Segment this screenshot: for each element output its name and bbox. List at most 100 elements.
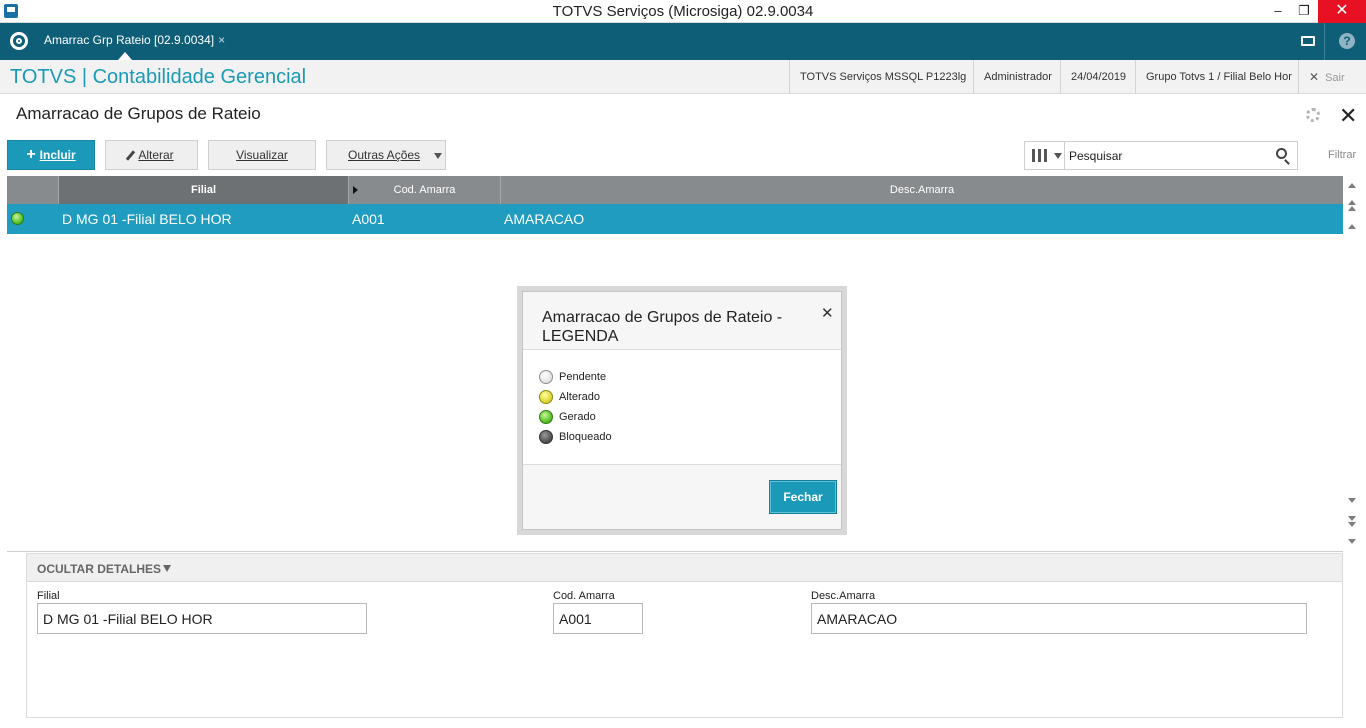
tab-label: Amarrac Grp Rateio [02.9.0034]: [44, 33, 215, 47]
columns-icon: [1032, 149, 1047, 162]
row-cod-amarra: A001: [352, 211, 385, 227]
search-icon[interactable]: [1276, 148, 1287, 159]
arrow-up-icon: [1348, 206, 1356, 211]
column-header-desc-amarra[interactable]: Desc.Amarra: [501, 176, 1343, 204]
exit-icon: ✕: [1309, 70, 1320, 84]
server-info: TOTVS Serviços MSSQL P1223lg: [789, 60, 976, 94]
chevron-down-icon: [434, 152, 443, 159]
chevron-down-icon: [1054, 153, 1062, 159]
alterar-button[interactable]: Alterar: [105, 140, 198, 170]
arrow-up-icon: [1348, 183, 1356, 188]
legend-label: Gerado: [559, 410, 596, 423]
grid-scrollbar[interactable]: [1343, 176, 1361, 552]
page-title: Amarracao de Grupos de Rateio: [16, 104, 261, 123]
scroll-down-button[interactable]: [1343, 494, 1361, 510]
restore-button[interactable]: ❐: [1289, 0, 1319, 23]
status-bloqueado-icon: [539, 430, 553, 444]
visualizar-label: Visualizar: [236, 148, 288, 162]
window-title: TOTVS Serviços (Microsiga) 02.9.0034: [552, 3, 814, 20]
divider: [523, 464, 841, 465]
fechar-button[interactable]: Fechar: [769, 480, 837, 514]
window-titlebar: TOTVS Serviços (Microsiga) 02.9.0034 – ❐…: [0, 0, 1366, 23]
search-box: [1024, 141, 1298, 170]
field-label-cod-amarra: Cod. Amarra: [553, 590, 615, 602]
arrow-down-icon: [1348, 516, 1356, 521]
arrow-down-icon: [1348, 539, 1356, 544]
legend-item-alterado: Alterado: [539, 390, 600, 404]
legend-label: Pendente: [559, 370, 607, 383]
close-window-button[interactable]: ✕: [1318, 0, 1366, 23]
field-label-desc-amarra: Desc.Amarra: [811, 590, 876, 602]
table-row[interactable]: D MG 01 -Filial BELO HOR A001 AMARACAO: [7, 204, 1343, 234]
details-toggle-label: OCULTAR DETALHES: [37, 562, 161, 576]
exit-label: Sair: [1325, 72, 1345, 84]
scroll-page-down-button[interactable]: [1343, 514, 1361, 530]
scroll-page-up-button[interactable]: [1343, 198, 1361, 214]
outras-acoes-button[interactable]: Outras Ações: [326, 140, 446, 170]
legend-item-bloqueado: Bloqueado: [539, 430, 612, 444]
details-panel: Filial D MG 01 -Filial BELO HOR Cod. Ama…: [26, 582, 1343, 718]
close-page-button[interactable]: ✕: [1339, 103, 1357, 129]
column-selector[interactable]: [1025, 142, 1065, 169]
filtrar-link[interactable]: Filtrar: [1328, 149, 1356, 161]
tab-amarrac-grp-rateio[interactable]: Amarrac Grp Rateio [02.9.0034] ×: [38, 23, 231, 60]
pencil-icon: [126, 150, 136, 162]
column-header-cod-amarra-label: Cod. Amarra: [393, 184, 456, 196]
mail-button[interactable]: [1292, 23, 1324, 60]
gear-icon[interactable]: [1306, 108, 1320, 122]
outras-acoes-label: Outras Ações: [348, 148, 421, 162]
cod-amarra-field[interactable]: A001: [553, 603, 643, 634]
status-gerado-icon: [11, 212, 24, 225]
arrow-down-icon: [1348, 498, 1356, 503]
legend-label: Alterado: [559, 390, 600, 403]
desc-amarra-field[interactable]: AMARACAO: [811, 603, 1307, 634]
scroll-up-button[interactable]: [1343, 220, 1361, 236]
row-desc-amarra: AMARACAO: [504, 211, 585, 227]
branch-info[interactable]: Grupo Totvs 1 / Filial Belo Hor: [1135, 60, 1302, 94]
alterar-label: Alterar: [138, 148, 174, 162]
legend-item-gerado: Gerado: [539, 410, 596, 424]
module-title: TOTVS | Contabilidade Gerencial: [10, 66, 307, 88]
plus-icon: +: [26, 146, 36, 163]
status-gerado-icon: [539, 410, 553, 424]
grid-header: Filial Cod. Amarra Desc.Amarra: [7, 176, 1343, 204]
totvs-logo-icon[interactable]: [10, 32, 28, 50]
legend-dialog-close-button[interactable]: ✕: [821, 304, 834, 322]
filial-field[interactable]: D MG 01 -Filial BELO HOR: [37, 603, 367, 634]
legend-dialog-title: Amarracao de Grupos de Rateio - LEGENDA: [542, 309, 783, 345]
visualizar-button[interactable]: Visualizar: [208, 140, 316, 170]
exit-button[interactable]: ✕ Sair: [1298, 60, 1355, 94]
scroll-bottom-button[interactable]: [1343, 535, 1361, 551]
app-tabbar: Amarrac Grp Rateio [02.9.0034] × ?: [0, 23, 1366, 60]
help-button[interactable]: ?: [1331, 23, 1363, 60]
grid-bottom-divider: [7, 551, 1343, 552]
arrow-up-icon: [1348, 224, 1356, 229]
module-header: TOTVS | Contabilidade Gerencial TOTVS Se…: [0, 60, 1366, 94]
arrow-up-icon: [1348, 200, 1356, 205]
column-header-cod-amarra[interactable]: Cod. Amarra: [349, 176, 501, 204]
scroll-top-button[interactable]: [1343, 179, 1361, 195]
sort-indicator-icon: [353, 186, 358, 194]
column-header-filial[interactable]: Filial: [59, 176, 349, 204]
legend-item-pendente: Pendente: [539, 370, 606, 384]
date-info: 24/04/2019: [1060, 60, 1136, 94]
incluir-label: Incluir: [39, 148, 76, 162]
arrow-down-icon: [1348, 522, 1356, 527]
mail-icon: [1301, 36, 1315, 47]
field-label-filial: Filial: [37, 590, 60, 602]
search-input[interactable]: [1069, 146, 1269, 166]
details-toggle[interactable]: OCULTAR DETALHES: [26, 553, 1343, 582]
tab-close-icon[interactable]: ×: [218, 33, 225, 47]
legend-label: Bloqueado: [559, 430, 612, 443]
legend-dialog: Amarracao de Grupos de Rateio - LEGENDA …: [517, 286, 847, 535]
active-tab-indicator: [118, 52, 132, 60]
row-filial: D MG 01 -Filial BELO HOR: [62, 211, 232, 227]
legend-dialog-panel: Amarracao de Grupos de Rateio - LEGENDA …: [522, 291, 842, 530]
help-icon: ?: [1339, 33, 1355, 50]
chevron-down-icon: [163, 565, 171, 572]
status-column-header[interactable]: [7, 176, 59, 204]
status-pendente-icon: [539, 370, 553, 384]
status-alterado-icon: [539, 390, 553, 404]
tabbar-divider: [1324, 23, 1325, 60]
incluir-button[interactable]: + Incluir: [7, 140, 95, 170]
